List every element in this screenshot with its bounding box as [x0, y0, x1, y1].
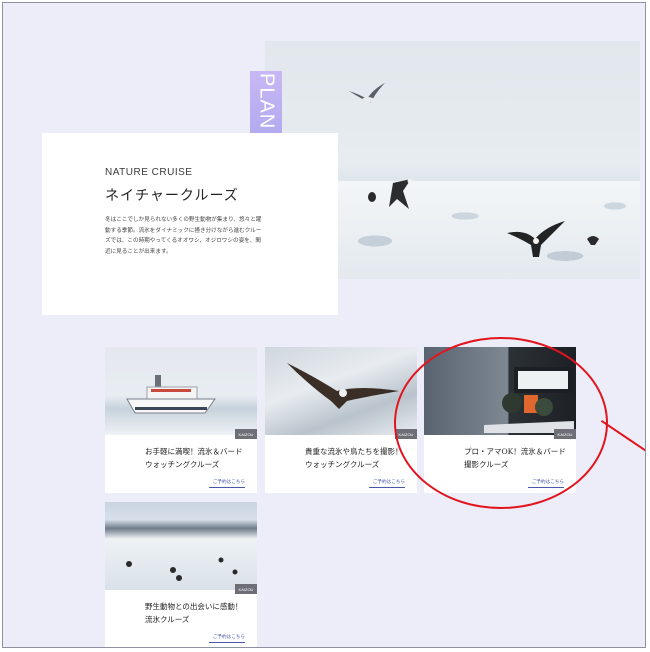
eagle-icon: [287, 363, 399, 409]
intro-title-ja: ネイチャークルーズ: [105, 188, 239, 204]
reservation-link[interactable]: ご予約はこちら: [213, 479, 245, 485]
intro-card: NATURE CRUISE ネイチャークルーズ 冬はここでしか見られない多くの野…: [42, 133, 338, 315]
cruise-card[interactable]: KAIZOU お手軽に満喫！流氷＆バードウォッチングクルーズ ご予約はこちら: [105, 347, 257, 493]
boat-icon: [126, 375, 216, 414]
reservation-link[interactable]: ご予約はこちら: [213, 634, 245, 640]
card-title: お手軽に満喫！流氷＆バードウォッチングクルーズ: [145, 447, 243, 469]
page-frame: PLAN 01 NATURE CRUISE ネイチャークルーズ 冬はここでしか見…: [2, 2, 646, 648]
highlight-pointer-line: [600, 420, 645, 456]
eagle-icon: [368, 192, 376, 202]
gull-icon: [349, 83, 385, 103]
cruise-card[interactable]: KAIZOU 野生動物との出会いに感動！流氷クルーズ ご予約はこちら: [105, 502, 257, 647]
eagle-icon: [389, 178, 413, 209]
card-title: 野生動物との出会いに感動！流氷クルーズ: [145, 602, 243, 624]
link-underline: [209, 642, 245, 643]
link-underline: [209, 487, 245, 488]
intro-title-en: NATURE CRUISE: [105, 167, 193, 178]
card-title: 貴重な流氷や鳥たちを撮影！ウォッチングクルーズ: [305, 447, 403, 469]
intro-body: 冬はここでしか見られない多くの野生動物が集まり、悠々と躍動する季節。流氷をダイナ…: [105, 217, 262, 255]
card-image-boat: [105, 347, 257, 435]
reservation-link[interactable]: ご予約はこちら: [373, 479, 405, 485]
seals-icon: [126, 557, 238, 581]
eagle-icon: [587, 236, 599, 245]
highlight-circle: [394, 337, 608, 509]
card-tag: KAIZOU: [235, 584, 257, 594]
link-underline: [369, 487, 405, 488]
card-tag: KAIZOU: [235, 429, 257, 439]
eagle-icon: [507, 221, 565, 257]
card-image-ice-field: [105, 502, 257, 590]
